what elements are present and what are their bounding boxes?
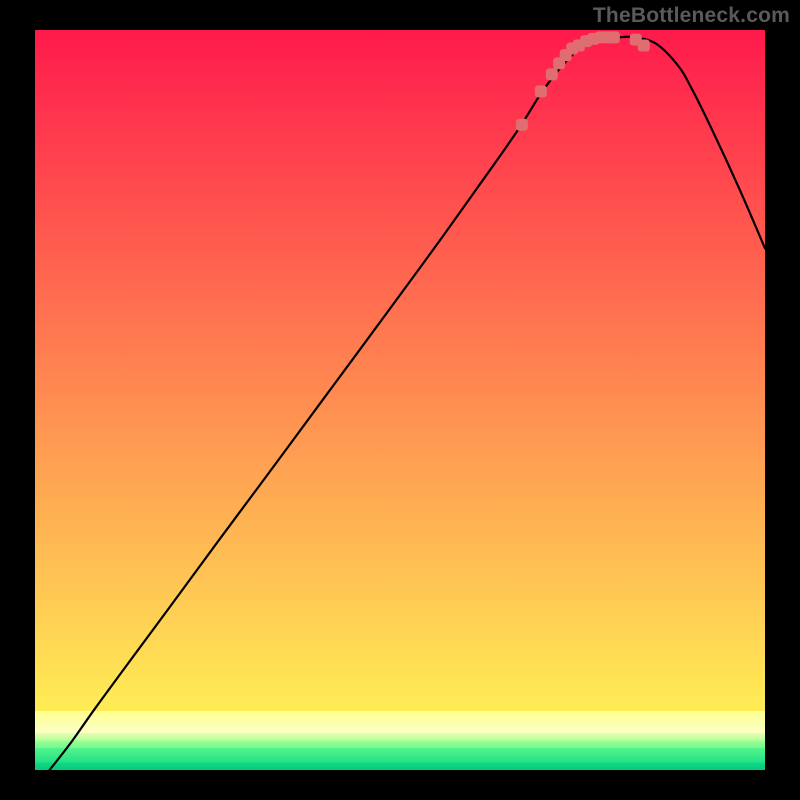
plot-gradient-background (35, 30, 765, 770)
chart-frame: TheBottleneck.com (0, 0, 800, 800)
optimal-marker (535, 85, 547, 97)
optimal-marker (546, 68, 558, 80)
bottleneck-chart (0, 0, 800, 800)
optimal-marker (516, 119, 528, 131)
optimal-marker (608, 31, 620, 43)
optimal-marker (638, 40, 650, 52)
